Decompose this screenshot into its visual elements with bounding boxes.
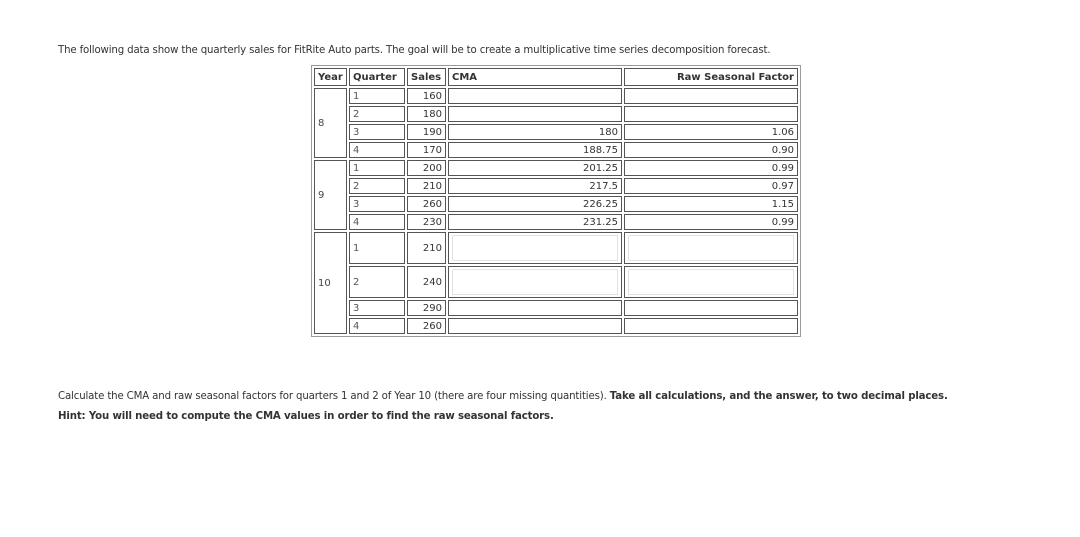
- cma-cell: 180: [448, 124, 622, 140]
- table-row: 9 1 200 201.25 0.99: [314, 160, 798, 230]
- cma-year10-q1-input[interactable]: [452, 235, 618, 261]
- question-text: Calculate the CMA and raw seasonal facto…: [58, 391, 948, 402]
- rsf-cell: 0.97: [624, 178, 798, 194]
- rsf-cell: [624, 318, 798, 334]
- rsf-answer-cell: [624, 232, 798, 264]
- header-sales: Sales: [407, 68, 446, 86]
- year-cell: 8: [314, 88, 347, 158]
- sales-table: Year Quarter Sales CMA Raw Seasonal Fact…: [311, 65, 801, 337]
- rsf-cell: 1.15: [624, 196, 798, 212]
- cma-answer-cell: [448, 232, 622, 264]
- sales-cell: 290: [407, 300, 446, 316]
- table-row: 2 180: [314, 106, 798, 122]
- table-row: 2 240: [314, 266, 798, 298]
- quarter-cell: 2: [349, 266, 405, 298]
- table-header-row: Year Quarter Sales CMA Raw Seasonal Fact…: [314, 68, 798, 86]
- rsf-answer-cell: [624, 266, 798, 298]
- sales-cell: 230: [407, 214, 446, 230]
- rsf-cell: 0.99: [624, 160, 798, 176]
- cma-cell: 201.25: [448, 160, 622, 176]
- quarter-cell: 4: [349, 214, 405, 230]
- header-cma: CMA: [448, 68, 622, 86]
- cma-year10-q2-input[interactable]: [452, 269, 618, 295]
- table-row: 4 260: [314, 318, 798, 334]
- rsf-cell: 1.06: [624, 124, 798, 140]
- sales-cell: 160: [407, 88, 446, 104]
- rsf-cell: [624, 300, 798, 316]
- table-row: 10 1 210: [314, 232, 798, 334]
- table-row: 3 290: [314, 300, 798, 316]
- table-row: 4 170 188.75 0.90: [314, 142, 798, 158]
- quarter-cell: 2: [349, 178, 405, 194]
- quarter-cell: 2: [349, 106, 405, 122]
- rsf-cell: 0.90: [624, 142, 798, 158]
- quarter-cell: 1: [349, 232, 405, 264]
- cma-cell: 226.25: [448, 196, 622, 212]
- table-row: 4 230 231.25 0.99: [314, 214, 798, 230]
- rsf-cell: 0.99: [624, 214, 798, 230]
- cma-cell: [448, 300, 622, 316]
- quarter-cell: 4: [349, 318, 405, 334]
- quarter-cell: 4: [349, 142, 405, 158]
- quarter-cell: 1: [349, 88, 405, 104]
- header-raw-seasonal-factor: Raw Seasonal Factor: [624, 68, 798, 86]
- cma-cell: 231.25: [448, 214, 622, 230]
- question-instructions: Calculate the CMA and raw seasonal facto…: [58, 391, 610, 402]
- sales-cell: 240: [407, 266, 446, 298]
- sales-cell: 180: [407, 106, 446, 122]
- table-row: 2 210 217.5 0.97: [314, 178, 798, 194]
- rsf-cell: [624, 106, 798, 122]
- cma-cell: 188.75: [448, 142, 622, 158]
- cma-answer-cell: [448, 266, 622, 298]
- cma-cell: [448, 88, 622, 104]
- quarter-cell: 3: [349, 196, 405, 212]
- sales-cell: 210: [407, 178, 446, 194]
- table-row: 3 190 180 1.06: [314, 124, 798, 140]
- cma-cell: 217.5: [448, 178, 622, 194]
- sales-cell: 260: [407, 196, 446, 212]
- rsf-year10-q2-input[interactable]: [628, 269, 794, 295]
- sales-cell: 190: [407, 124, 446, 140]
- sales-cell: 170: [407, 142, 446, 158]
- sales-cell: 260: [407, 318, 446, 334]
- quarter-cell: 3: [349, 124, 405, 140]
- table-row: 3 260 226.25 1.15: [314, 196, 798, 212]
- intro-text: The following data show the quarterly sa…: [58, 45, 771, 56]
- cma-cell: [448, 106, 622, 122]
- sales-cell: 210: [407, 232, 446, 264]
- quarter-cell: 3: [349, 300, 405, 316]
- year-cell: 10: [314, 232, 347, 334]
- hint-text: Hint: You will need to compute the CMA v…: [58, 411, 554, 422]
- header-quarter: Quarter: [349, 68, 405, 86]
- rsf-cell: [624, 88, 798, 104]
- quarter-cell: 1: [349, 160, 405, 176]
- sales-cell: 200: [407, 160, 446, 176]
- header-year: Year: [314, 68, 347, 86]
- year-cell: 9: [314, 160, 347, 230]
- rsf-year10-q1-input[interactable]: [628, 235, 794, 261]
- table-row: 8 1 160: [314, 88, 798, 158]
- cma-cell: [448, 318, 622, 334]
- question-precision-note: Take all calculations, and the answer, t…: [609, 391, 948, 402]
